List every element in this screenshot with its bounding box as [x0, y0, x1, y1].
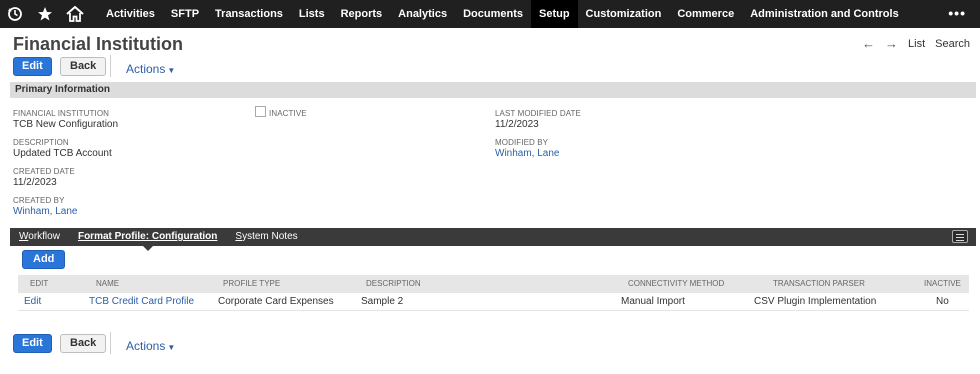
- table-row: Edit TCB Credit Card Profile Corporate C…: [18, 293, 969, 311]
- recent-icon[interactable]: [0, 0, 30, 28]
- home-icon[interactable]: [60, 0, 90, 28]
- tab-system-notes[interactable]: System Notes: [226, 228, 306, 246]
- description-label: DESCRIPTION: [13, 138, 69, 147]
- edit-button[interactable]: Edit: [13, 57, 52, 76]
- nav-sftp[interactable]: SFTP: [163, 0, 207, 28]
- nav-lists[interactable]: Lists: [291, 0, 333, 28]
- nav-customization[interactable]: Customization: [578, 0, 670, 28]
- inactive-checkbox: [255, 106, 266, 117]
- financial-institution-value: TCB New Configuration: [13, 119, 119, 130]
- tab-workflow-accesskey: W: [19, 231, 29, 242]
- record-navigation: ← → List Search: [862, 37, 970, 50]
- chevron-down-icon: ▼: [167, 66, 176, 75]
- modified-by-link[interactable]: Winham, Lane: [495, 148, 559, 159]
- description-value: Updated TCB Account: [13, 148, 112, 159]
- nav-documents[interactable]: Documents: [455, 0, 531, 28]
- row-edit-link[interactable]: Edit: [24, 293, 41, 311]
- inactive-label: INACTIVE: [269, 109, 307, 118]
- nav-transactions[interactable]: Transactions: [207, 0, 291, 28]
- column-header-edit: EDIT: [30, 279, 49, 288]
- column-header-connectivity-method: CONNECTIVITY METHOD: [628, 279, 725, 288]
- nav-commerce[interactable]: Commerce: [669, 0, 742, 28]
- column-header-name: NAME: [96, 279, 120, 288]
- last-modified-date-value: 11/2/2023: [495, 119, 539, 130]
- chevron-down-icon: ▼: [167, 343, 176, 352]
- bottom-actions-label: Actions: [126, 339, 166, 353]
- bottom-actions-menu[interactable]: Actions ▼: [126, 339, 175, 353]
- add-button[interactable]: Add: [22, 250, 66, 269]
- column-header-description: DESCRIPTION: [366, 279, 421, 288]
- created-by-label: CREATED BY: [13, 196, 65, 205]
- tab-system-notes-label: ystem Notes: [242, 231, 298, 242]
- more-menu-icon[interactable]: •••: [948, 0, 966, 26]
- row-transaction-parser: CSV Plugin Implementation: [754, 296, 877, 307]
- back-button[interactable]: Back: [60, 57, 107, 76]
- financial-institution-label: FINANCIAL INSTITUTION: [13, 109, 110, 118]
- toolbar-divider: [110, 55, 111, 77]
- bottom-edit-button[interactable]: Edit: [13, 334, 52, 353]
- previous-arrow-icon[interactable]: ←: [862, 37, 875, 50]
- modified-by-label: MODIFIED BY: [495, 138, 549, 147]
- table-header-row: EDIT NAME PROFILE TYPE DESCRIPTION CONNE…: [18, 275, 969, 293]
- nav-activities[interactable]: Activities: [98, 0, 163, 28]
- actions-label: Actions: [126, 62, 166, 76]
- row-profile-type: Corporate Card Expenses: [218, 296, 334, 307]
- star-icon[interactable]: [30, 0, 60, 28]
- column-header-inactive: INACTIVE: [924, 279, 961, 288]
- list-view-icon[interactable]: [952, 230, 968, 243]
- tab-format-profile-configuration[interactable]: Format Profile: Configuration: [69, 228, 226, 251]
- subtab-bar: Workflow Format Profile: Configuration S…: [10, 228, 976, 251]
- format-profile-table: EDIT NAME PROFILE TYPE DESCRIPTION CONNE…: [18, 275, 969, 311]
- row-description: Sample 2: [361, 296, 404, 307]
- created-by-link[interactable]: Winham, Lane: [13, 206, 77, 217]
- row-inactive: No: [936, 296, 949, 307]
- tab-workflow-label: orkflow: [28, 231, 60, 242]
- bottom-back-button[interactable]: Back: [60, 334, 107, 353]
- actions-menu[interactable]: Actions ▼: [126, 62, 175, 76]
- nav-reports[interactable]: Reports: [333, 0, 391, 28]
- nav-administration-and-controls[interactable]: Administration and Controls: [742, 0, 907, 28]
- primary-information-header: Primary Information: [10, 82, 976, 98]
- search-link[interactable]: Search: [935, 38, 970, 50]
- bottom-toolbar-divider: [110, 332, 111, 354]
- created-date-label: CREATED DATE: [13, 167, 75, 176]
- row-name-link[interactable]: TCB Credit Card Profile: [89, 293, 194, 311]
- top-navigation-bar: Activities SFTP Transactions Lists Repor…: [0, 0, 980, 28]
- nav-setup[interactable]: Setup: [530, 0, 578, 28]
- row-connectivity-method: Manual Import: [621, 296, 685, 307]
- created-date-value: 11/2/2023: [13, 177, 57, 188]
- tab-workflow[interactable]: Workflow: [10, 228, 69, 246]
- tab-format-profile-label: ormat Profile: Configuration: [84, 231, 218, 242]
- column-header-transaction-parser: TRANSACTION PARSER: [773, 279, 865, 288]
- page-title: Financial Institution: [13, 34, 183, 54]
- nav-analytics[interactable]: Analytics: [390, 0, 455, 28]
- column-header-profile-type: PROFILE TYPE: [223, 279, 281, 288]
- last-modified-date-label: LAST MODIFIED DATE: [495, 109, 581, 118]
- next-arrow-icon[interactable]: →: [885, 37, 898, 50]
- list-link[interactable]: List: [908, 38, 925, 50]
